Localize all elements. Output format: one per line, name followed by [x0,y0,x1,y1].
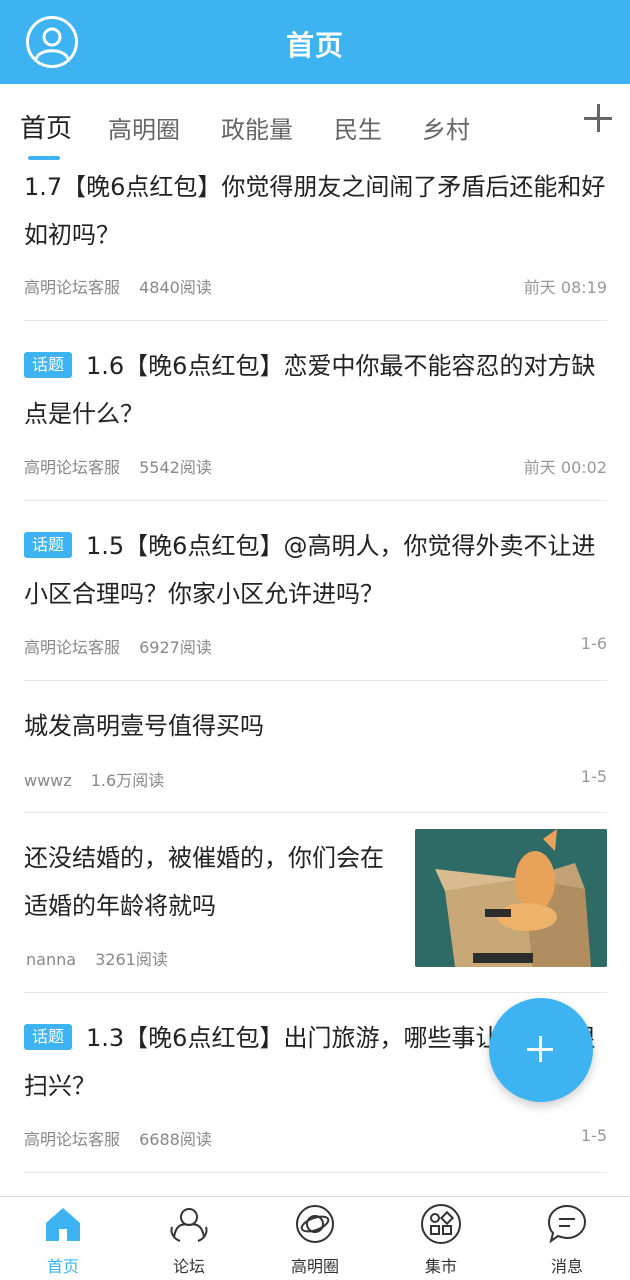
cat-in-box-image[interactable] [415,829,607,967]
post-item[interactable]: 话题 1.6【晚6点红包】恋爱中你最不能容忍的对方缺点是什么？ 高明论坛客服 55… [24,321,607,501]
plus-icon[interactable] [584,104,614,134]
post-author: 高明论坛客服 [24,458,121,477]
nav-home[interactable]: 首页 [13,1197,113,1280]
home-icon [46,1208,80,1241]
topic-badge: 话题 [24,352,73,378]
post-time: 前天 08:19 [523,278,607,297]
post-author: 高明论坛客服 [24,278,121,297]
post-meta: wwwz 1.6万阅读 [24,767,164,791]
post-reads: 1.6万阅读 [90,771,165,790]
post-meta: 高明论坛客服 4840阅读 [24,274,212,298]
post-reads: 3261阅读 [95,950,168,969]
nav-gaoming-circle[interactable]: 高明圈 [265,1197,365,1280]
nav-market[interactable]: 集市 [391,1197,491,1280]
post-title[interactable]: 话题 1.5【晚6点红包】@高明人，你觉得外卖不让进小区合理吗？你家小区允许进吗？ [24,522,607,618]
post-reads: 6688阅读 [139,1130,212,1149]
nav-label: 首页 [46,1257,79,1276]
bottom-nav: 首页 论坛 高明圈 集市 消息 [0,1196,630,1280]
market-grid-icon [421,1204,461,1244]
nav-label: 集市 [424,1257,457,1276]
nav-messages[interactable]: 消息 [517,1197,617,1280]
tab-village[interactable]: 乡村 [422,110,470,145]
nav-forum[interactable]: 论坛 [139,1197,239,1280]
post-reads: 5542阅读 [139,458,212,477]
post-author: 高明论坛客服 [24,638,121,657]
post-time: 1-5 [580,767,607,786]
new-post-button[interactable] [489,998,593,1102]
nav-label: 消息 [550,1257,583,1276]
tab-home[interactable]: 首页 [20,108,72,145]
post-author: nanna [26,950,77,969]
post-item[interactable]: 还没结婚的，被催婚的，你们会在适婚的年龄将就吗 nanna 3261阅读 [24,813,607,993]
post-time: 前天 00:02 [523,458,607,477]
post-meta: 高明论坛客服 6688阅读 [24,1126,212,1150]
post-title[interactable]: 还没结婚的，被催婚的，你们会在适婚的年龄将就吗 [24,834,386,930]
post-meta: 高明论坛客服 6927阅读 [24,634,212,658]
post-title[interactable]: 城发高明壹号值得买吗 [24,702,607,750]
tab-livelihood[interactable]: 民生 [334,110,382,145]
nav-label: 高明圈 [290,1257,339,1276]
post-item[interactable]: 话题 1.5【晚6点红包】@高明人，你觉得外卖不让进小区合理吗？你家小区允许进吗？… [24,501,607,681]
post-time: 1-6 [580,634,607,653]
tab-positive-energy[interactable]: 政能量 [221,110,293,145]
nav-label: 论坛 [172,1257,205,1276]
post-reads: 6927阅读 [139,638,212,657]
category-tabs: 首页 高明圈 政能量 民生 乡村 [0,84,630,166]
chat-bubble-icon [547,1204,587,1244]
post-title[interactable]: 话题 1.6【晚6点红包】恋爱中你最不能容忍的对方缺点是什么？ [24,342,607,438]
post-meta: 高明论坛客服 5542阅读 [24,454,212,478]
post-title[interactable]: 1.7【晚6点红包】你觉得朋友之间闹了矛盾后还能和好如初吗？ [24,166,607,259]
active-tab-indicator [28,156,60,160]
planet-icon [296,1205,334,1243]
post-item[interactable]: 城发高明壹号值得买吗 wwwz 1.6万阅读 1-5 [24,681,607,813]
post-author: wwwz [24,771,72,790]
tab-gaoming-circle[interactable]: 高明圈 [108,110,180,145]
post-item[interactable]: 1.7【晚6点红包】你觉得朋友之间闹了矛盾后还能和好如初吗？ 高明论坛客服 48… [24,166,607,321]
post-time: 1-5 [580,1126,607,1145]
top-bar: 首页 [0,0,630,84]
topic-badge: 话题 [24,1024,73,1050]
forum-people-icon [170,1208,208,1242]
post-reads: 4840阅读 [139,278,212,297]
topic-badge: 话题 [24,532,73,558]
page-title: 首页 [285,29,344,62]
post-meta: nanna 3261阅读 [26,946,168,970]
post-author: 高明论坛客服 [24,1130,121,1149]
